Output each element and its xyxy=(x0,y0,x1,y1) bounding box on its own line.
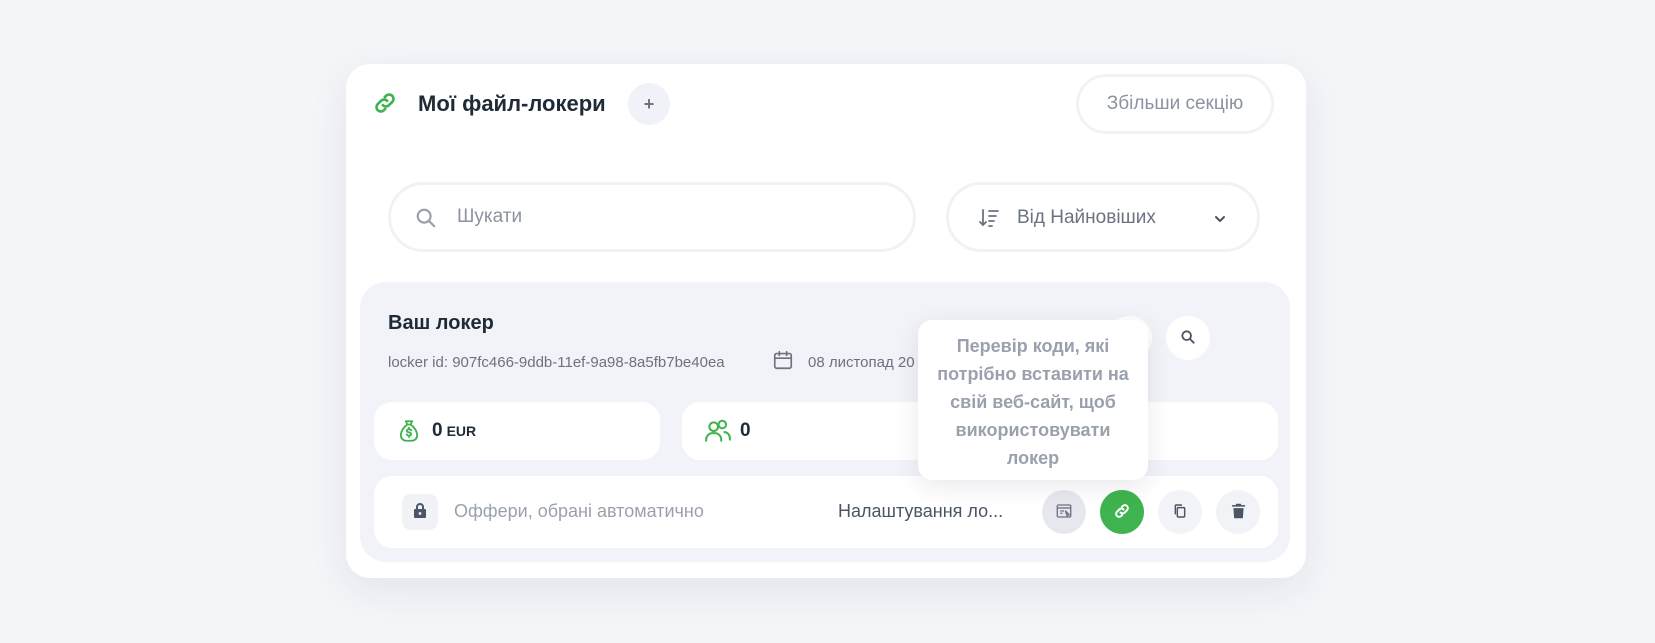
locker-id: locker id: 907fc466-9ddb-11ef-9a98-8a5fb… xyxy=(388,354,725,371)
earnings-stat: 0 EUR xyxy=(374,402,660,460)
link-codes-button[interactable] xyxy=(1100,490,1144,534)
link-codes-tooltip: Перевір коди, які потрібно вставити на с… xyxy=(918,320,1148,480)
locker-date: 08 листопад 20 xyxy=(808,354,915,371)
sort-icon xyxy=(977,206,1001,230)
file-lockers-panel: Мої файл-локери + Збільши секцію Від Най… xyxy=(346,64,1306,578)
link-icon xyxy=(372,90,398,116)
earnings-value: 0 EUR xyxy=(432,420,476,442)
view-locker-button[interactable] xyxy=(1166,316,1210,360)
offers-text: Оффери, обрані автоматично xyxy=(454,501,704,521)
money-bag-icon xyxy=(396,418,422,444)
copy-icon xyxy=(1172,503,1188,522)
lock-icon xyxy=(413,502,427,523)
earnings-currency: EUR xyxy=(446,423,477,439)
calendar-icon xyxy=(772,349,794,371)
locker-card: Ваш локер locker id: 907fc466-9ddb-11ef-… xyxy=(360,282,1290,562)
search-icon xyxy=(1180,329,1196,348)
search-box xyxy=(388,182,916,252)
locker-settings-link[interactable]: Налаштування ло... xyxy=(838,501,1010,522)
copy-locker-button[interactable] xyxy=(1158,490,1202,534)
chevron-down-icon xyxy=(1213,212,1227,226)
delete-locker-button[interactable] xyxy=(1216,490,1260,534)
earnings-amount: 0 xyxy=(432,420,443,441)
users-value: 0 xyxy=(740,420,751,441)
search-input[interactable] xyxy=(457,202,877,232)
locker-actions-row: Оффери, обрані автоматично Налаштування … xyxy=(374,476,1278,548)
code-window-icon xyxy=(1055,502,1073,523)
locker-title: Ваш локер xyxy=(388,312,494,334)
search-icon xyxy=(415,207,437,229)
expand-section-button[interactable]: Збільши секцію xyxy=(1076,74,1274,134)
add-locker-button[interactable]: + xyxy=(628,83,670,125)
page-title: Мої файл-локери xyxy=(418,91,606,116)
users-icon xyxy=(704,418,731,444)
embed-code-button[interactable] xyxy=(1042,490,1086,534)
lock-badge xyxy=(402,494,438,530)
link-icon xyxy=(1113,502,1131,523)
sort-selected-value: Від Найновіших xyxy=(1017,207,1156,228)
sort-select[interactable]: Від Найновіших xyxy=(946,182,1260,252)
trash-icon xyxy=(1231,503,1246,522)
